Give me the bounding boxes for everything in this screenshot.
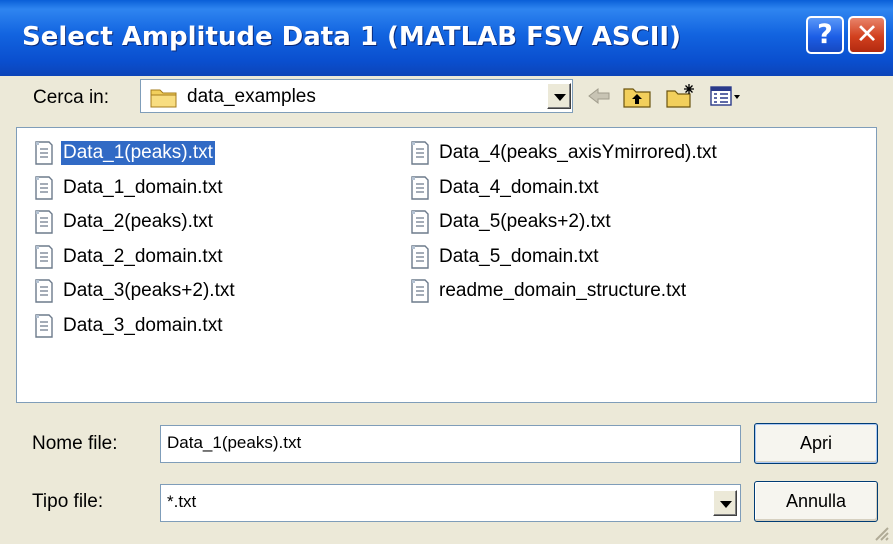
- look-in-label: Cerca in:: [33, 87, 110, 108]
- open-button[interactable]: Apri: [754, 423, 878, 464]
- back-arrow-icon[interactable]: [585, 82, 613, 110]
- file-name: Data_5(peaks+2).txt: [439, 211, 611, 232]
- file-name: Data_1_domain.txt: [63, 176, 223, 198]
- text-file-icon: [33, 278, 55, 309]
- filename-label: Nome file:: [32, 433, 118, 454]
- filetype-select[interactable]: *.txt: [160, 484, 741, 522]
- file-name: Data_3(peaks+2).txt: [63, 280, 235, 301]
- folder-icon: [149, 85, 179, 114]
- text-file-icon: [409, 140, 431, 171]
- look-in-dropdown-button[interactable]: [547, 83, 571, 109]
- view-menu-icon[interactable]: [708, 82, 742, 110]
- new-folder-icon[interactable]: [665, 82, 697, 110]
- text-file-icon: [409, 209, 431, 240]
- file-open-dialog: Select Amplitude Data 1 (MATLAB FSV ASCI…: [0, 0, 893, 544]
- close-button[interactable]: ✕: [848, 16, 886, 54]
- text-file-icon: [33, 209, 55, 240]
- text-file-icon: [409, 278, 431, 309]
- file-name: Data_3_domain.txt: [63, 314, 223, 336]
- file-name: Data_1(peaks).txt: [61, 141, 215, 165]
- file-name: Data_4(peaks_axisYmirrored).txt: [439, 142, 717, 163]
- text-file-icon: [409, 175, 431, 206]
- text-file-icon: [33, 244, 55, 275]
- file-list[interactable]: Data_1(peaks).txt Data_1_domain.txt Data_2…: [16, 127, 877, 403]
- filetype-label: Tipo file:: [32, 491, 104, 512]
- file-name: Data_4_domain.txt: [439, 176, 599, 198]
- cancel-button[interactable]: Annulla: [754, 481, 878, 522]
- text-file-icon: [33, 313, 55, 344]
- window-title: Select Amplitude Data 1 (MATLAB FSV ASCI…: [22, 22, 681, 52]
- title-bar[interactable]: Select Amplitude Data 1 (MATLAB FSV ASCI…: [0, 0, 893, 76]
- text-file-icon: [33, 140, 55, 171]
- filetype-value: *.txt: [167, 492, 197, 511]
- text-file-icon: [409, 244, 431, 275]
- help-button[interactable]: ?: [806, 16, 844, 54]
- look-in-dropdown[interactable]: data_examples: [140, 79, 573, 113]
- filetype-dropdown-button[interactable]: [713, 490, 737, 516]
- resize-grip[interactable]: [870, 522, 890, 544]
- file-name: Data_5_domain.txt: [439, 245, 599, 267]
- filename-value: Data_1(peaks).txt: [167, 433, 302, 452]
- file-name: Data_2_domain.txt: [63, 245, 223, 267]
- text-file-icon: [33, 175, 55, 206]
- look-in-value: data_examples: [187, 86, 316, 107]
- filename-input[interactable]: Data_1(peaks).txt: [160, 425, 741, 463]
- file-name: readme_domain_structure.txt: [439, 280, 687, 301]
- file-name: Data_2(peaks).txt: [63, 211, 213, 232]
- up-folder-icon[interactable]: [622, 82, 652, 110]
